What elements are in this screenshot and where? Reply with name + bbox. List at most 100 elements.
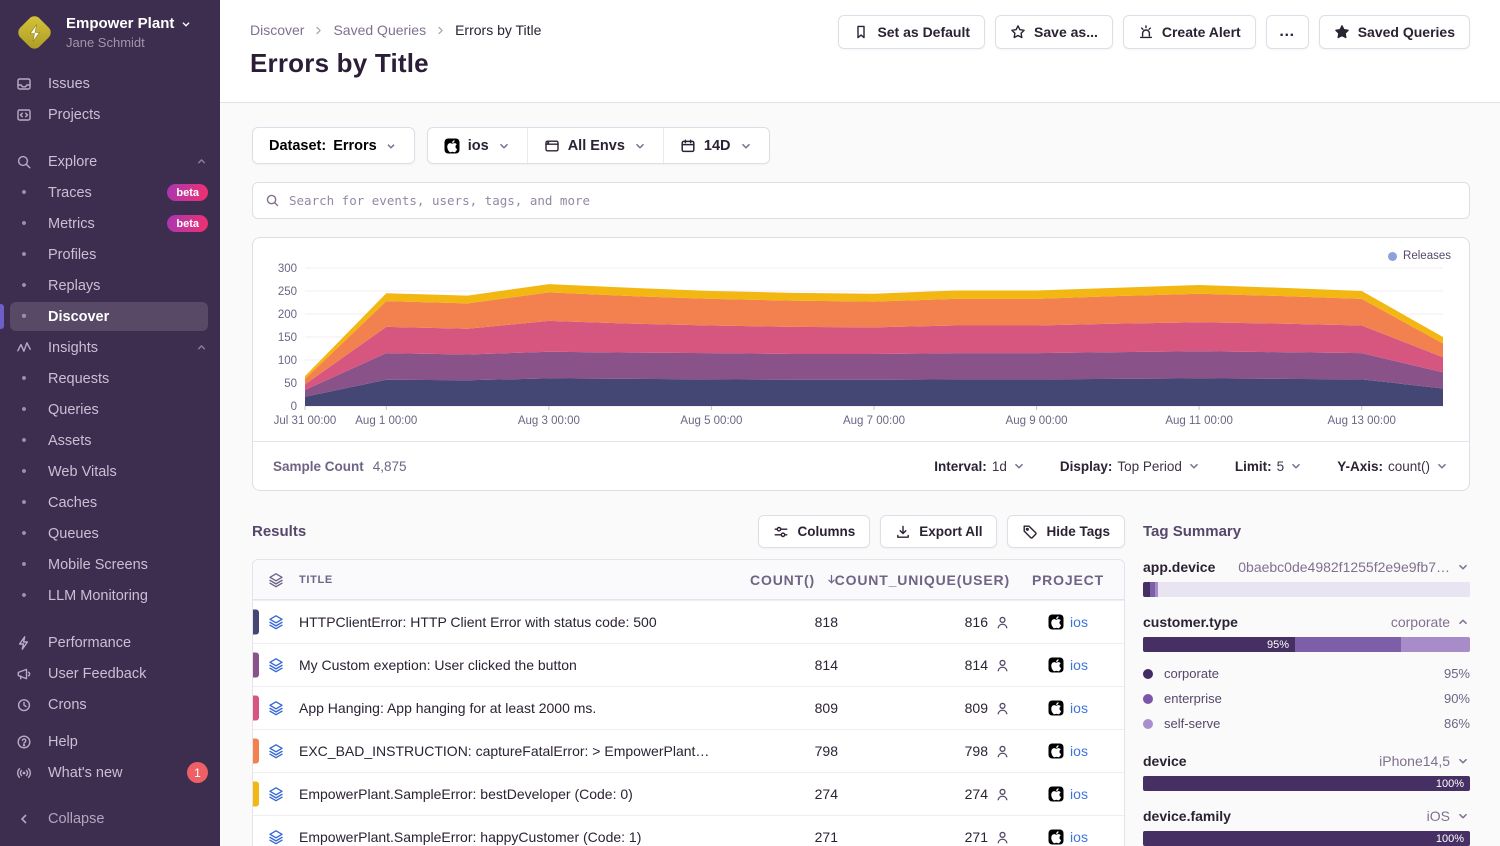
column-header-project[interactable]: PROJECT xyxy=(1012,572,1124,588)
stacked-area-chart[interactable]: Releases 050100150200250300Jul 31 00:00A… xyxy=(253,238,1469,441)
chevron-up-icon xyxy=(1456,615,1470,629)
series-color-bar xyxy=(253,739,259,764)
tag-legend-row[interactable]: corporate 95% xyxy=(1143,661,1470,686)
sidebar-item-assets[interactable]: •Assets xyxy=(0,425,220,456)
sidebar-item-projects[interactable]: Projects xyxy=(0,99,220,130)
project-cell[interactable]: ios xyxy=(1012,829,1124,845)
chevron-down-icon xyxy=(1456,560,1470,574)
tag-header[interactable]: device iPhone14,5 xyxy=(1143,753,1470,769)
chart-legend[interactable]: Releases xyxy=(1388,250,1451,262)
column-header-count[interactable]: COUNT() xyxy=(728,572,840,588)
download-icon xyxy=(895,524,911,540)
sidebar-item-discover[interactable]: •Discover xyxy=(0,301,220,332)
error-title-cell[interactable]: EmpowerPlant.SampleError: bestDeveloper … xyxy=(299,786,728,802)
sidebar-item-web-vitals[interactable]: •Web Vitals xyxy=(0,456,220,487)
tag-distribution-bar[interactable]: 100% xyxy=(1143,776,1470,791)
error-title-cell[interactable]: HTTPClientError: HTTP Client Error with … xyxy=(299,614,728,630)
svg-text:300: 300 xyxy=(278,263,297,275)
breadcrumb-discover[interactable]: Discover xyxy=(250,22,304,38)
tag-header[interactable]: app.device 0baebc0de4982f1255f2e9e9fb7… xyxy=(1143,559,1470,575)
project-filter[interactable]: ios xyxy=(428,128,527,163)
project-cell[interactable]: ios xyxy=(1012,614,1124,630)
sidebar-item-help[interactable]: Help xyxy=(0,726,220,757)
limit-control[interactable]: Limit:5 xyxy=(1235,459,1303,474)
dataset-value: Errors xyxy=(333,138,377,154)
project-link[interactable]: ios xyxy=(1070,700,1088,716)
stack-events-icon[interactable] xyxy=(268,743,284,759)
stack-events-icon[interactable] xyxy=(268,786,284,802)
stack-events-icon[interactable] xyxy=(268,700,284,716)
sidebar-item-traces[interactable]: •Tracesbeta xyxy=(0,177,220,208)
sidebar-item-performance[interactable]: Performance xyxy=(0,627,220,658)
column-header-title[interactable]: TITLE xyxy=(299,574,728,586)
tag-header[interactable]: customer.type corporate xyxy=(1143,614,1470,630)
search-input[interactable] xyxy=(289,193,1457,208)
collapse-label: Collapse xyxy=(48,811,104,827)
saved-queries-button[interactable]: Saved Queries xyxy=(1319,15,1470,49)
environment-filter[interactable]: All Envs xyxy=(527,128,663,163)
sidebar-item-llm-monitoring[interactable]: •LLM Monitoring xyxy=(0,580,220,611)
sidebar-item-what-s-new[interactable]: What's new1 xyxy=(0,757,220,788)
sidebar-item-user-feedback[interactable]: User Feedback xyxy=(0,658,220,689)
sidebar-item-insights[interactable]: Insights xyxy=(0,332,220,363)
dataset-filter[interactable]: Dataset: Errors xyxy=(252,127,415,164)
more-options-button[interactable]: … xyxy=(1266,15,1309,49)
project-cell[interactable]: ios xyxy=(1012,786,1124,802)
sidebar-item-explore[interactable]: Explore xyxy=(0,146,220,177)
sidebar-item-requests[interactable]: •Requests xyxy=(0,363,220,394)
stack-events-icon[interactable] xyxy=(268,614,284,630)
display-control[interactable]: Display:Top Period xyxy=(1060,459,1201,474)
project-cell[interactable]: ios xyxy=(1012,700,1124,716)
bullet-icon: • xyxy=(16,587,32,604)
sidebar-item-crons[interactable]: Crons xyxy=(0,689,220,720)
project-link[interactable]: ios xyxy=(1070,657,1088,673)
columns-button[interactable]: Columns xyxy=(758,515,870,548)
tag-distribution-bar[interactable]: 100% xyxy=(1143,831,1470,846)
error-title-cell[interactable]: EmpowerPlant.SampleError: happyCustomer … xyxy=(299,829,728,845)
sidebar-item-issues[interactable]: Issues xyxy=(0,68,220,99)
create-alert-button[interactable]: Create Alert xyxy=(1123,15,1256,49)
error-title-cell[interactable]: My Custom exeption: User clicked the but… xyxy=(299,657,728,673)
date-range-filter[interactable]: 14D xyxy=(663,128,769,163)
project-cell[interactable]: ios xyxy=(1012,657,1124,673)
sidebar-item-queries[interactable]: •Queries xyxy=(0,394,220,425)
tag-distribution-bar[interactable]: 95% xyxy=(1143,637,1470,652)
project-link[interactable]: ios xyxy=(1070,614,1088,630)
tag-legend-row[interactable]: enterprise 90% xyxy=(1143,686,1470,711)
sidebar-item-mobile-screens[interactable]: •Mobile Screens xyxy=(0,549,220,580)
stack-events-icon[interactable] xyxy=(268,829,284,845)
column-header-count-unique[interactable]: COUNT_UNIQUE(USER) xyxy=(840,572,1012,588)
org-switcher[interactable]: Empower Plant Jane Schmidt xyxy=(0,0,220,62)
export-all-button[interactable]: Export All xyxy=(880,515,997,548)
tag-distribution-bar[interactable] xyxy=(1143,582,1470,597)
set-as-default-button[interactable]: Set as Default xyxy=(838,15,985,49)
tag-header[interactable]: device.family iOS xyxy=(1143,808,1470,824)
sidebar-item-queues[interactable]: •Queues xyxy=(0,518,220,549)
svg-text:50: 50 xyxy=(284,378,297,390)
breadcrumb-saved-queries[interactable]: Saved Queries xyxy=(333,22,426,38)
sidebar-collapse-button[interactable]: Collapse xyxy=(0,802,220,836)
save-as-button[interactable]: Save as... xyxy=(995,15,1113,49)
chevron-up-icon xyxy=(195,341,208,354)
count-cell: 814 xyxy=(728,657,840,673)
results-buttons: Columns Export All Hide Tags xyxy=(758,515,1125,548)
sidebar-item-metrics[interactable]: •Metricsbeta xyxy=(0,208,220,239)
yaxis-control[interactable]: Y-Axis:count() xyxy=(1337,459,1449,474)
project-link[interactable]: ios xyxy=(1070,743,1088,759)
sidebar-item-label: Queries xyxy=(48,402,208,418)
header-actions: Set as Default Save as... Create Alert … Sav… xyxy=(838,15,1470,49)
sidebar-item-profiles[interactable]: •Profiles xyxy=(0,239,220,270)
project-cell[interactable]: ios xyxy=(1012,743,1124,759)
sidebar-item-caches[interactable]: •Caches xyxy=(0,487,220,518)
button-label: Hide Tags xyxy=(1046,524,1110,539)
project-link[interactable]: ios xyxy=(1070,829,1088,845)
sidebar-item-replays[interactable]: •Replays xyxy=(0,270,220,301)
series-color-bar xyxy=(253,782,259,807)
tag-legend-row[interactable]: self-serve 86% xyxy=(1143,711,1470,736)
error-title-cell[interactable]: App Hanging: App hanging for at least 20… xyxy=(299,700,728,716)
interval-control[interactable]: Interval:1d xyxy=(934,459,1026,474)
hide-tags-button[interactable]: Hide Tags xyxy=(1007,515,1125,548)
stack-events-icon[interactable] xyxy=(268,657,284,673)
project-link[interactable]: ios xyxy=(1070,786,1088,802)
error-title-cell[interactable]: EXC_BAD_INSTRUCTION: captureFatalError: … xyxy=(299,743,728,759)
